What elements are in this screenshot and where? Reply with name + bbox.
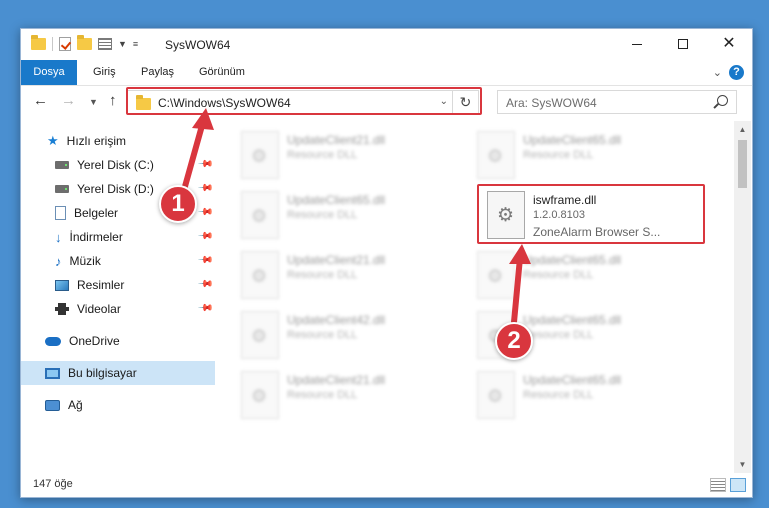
step-2-badge: 2 bbox=[495, 322, 533, 360]
arrow-1-head bbox=[192, 108, 214, 130]
arrow-2-shaft bbox=[511, 255, 523, 325]
arrow-2-head bbox=[509, 244, 531, 264]
arrow-1-shaft bbox=[181, 119, 206, 193]
step-1-badge: 1 bbox=[159, 185, 197, 223]
annotation-arrows bbox=[181, 108, 531, 325]
